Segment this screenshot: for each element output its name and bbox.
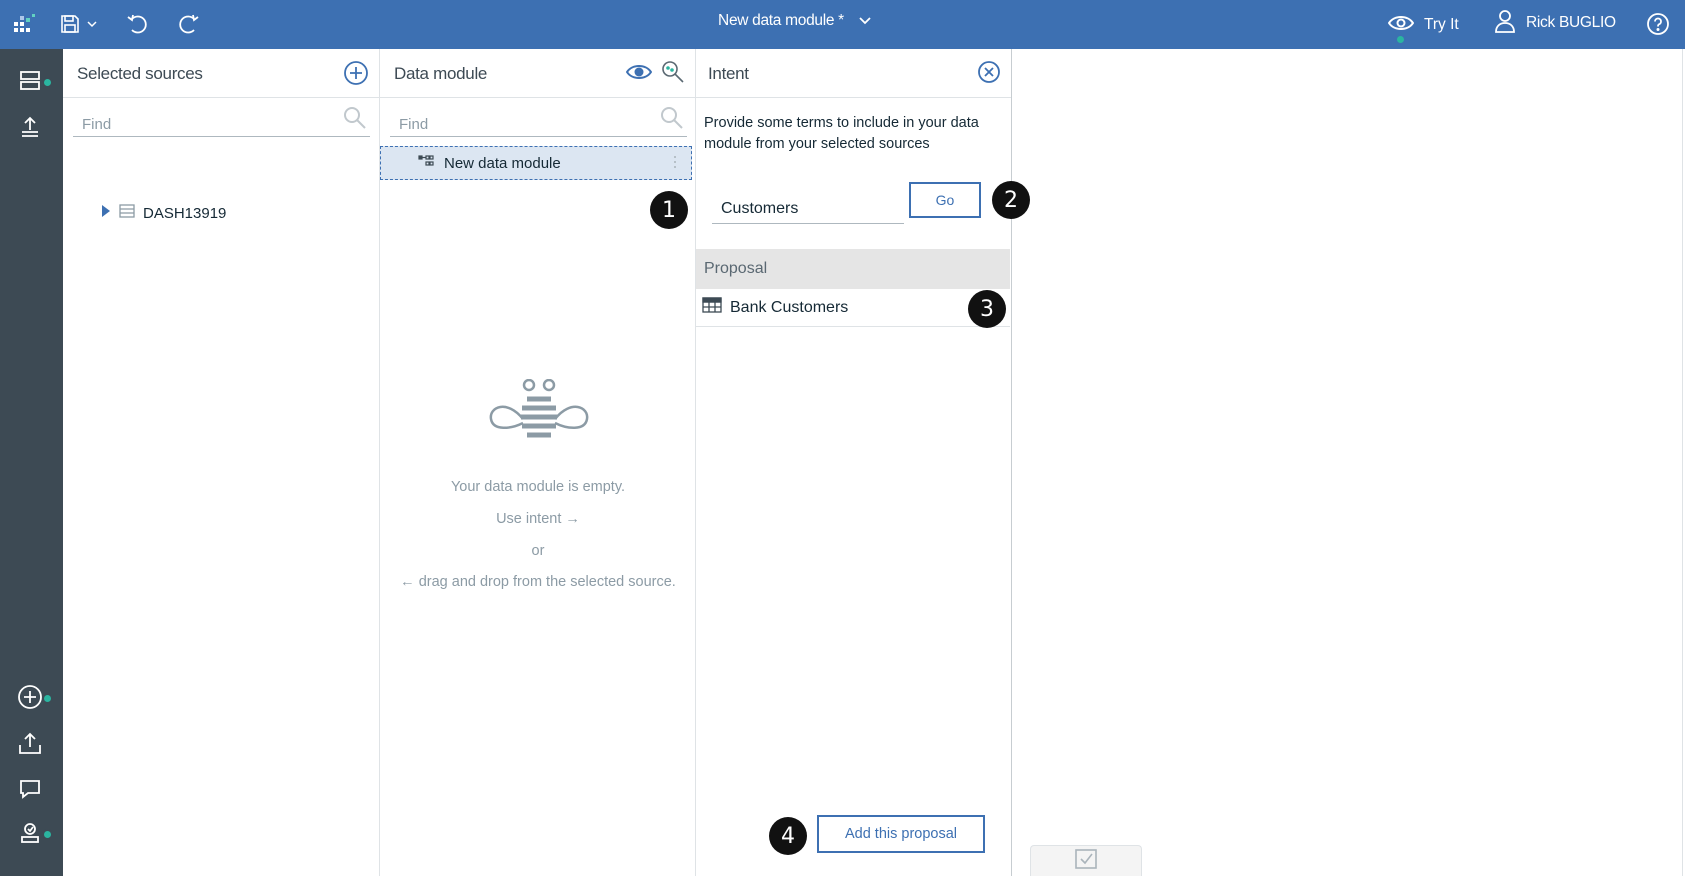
callout-badge-4: 4	[769, 817, 807, 855]
proposal-item[interactable]: Bank Customers	[696, 289, 1010, 327]
add-source-icon[interactable]	[343, 60, 369, 91]
status-dot	[1395, 33, 1406, 45]
empty-text-line: or	[531, 543, 545, 559]
search-placeholder: Find	[82, 116, 112, 133]
data-module-panel: Data module Find New data module 1 Your …	[380, 49, 696, 876]
status-dot	[42, 693, 53, 704]
left-rail	[0, 49, 63, 876]
data-servers-icon[interactable]	[14, 65, 53, 97]
more-options-icon[interactable]	[674, 156, 677, 171]
go-button[interactable]: Go	[909, 182, 981, 218]
module-title-text: New data module *	[718, 12, 844, 30]
try-it-label: Try It	[1424, 16, 1459, 33]
intent-panel: Intent Provide some terms to include in …	[696, 49, 1030, 876]
intent-terms-input[interactable]: Customers	[712, 196, 904, 224]
proposal-header: Proposal	[696, 249, 1010, 289]
callout-badge-1: 1	[650, 191, 688, 229]
status-dot	[42, 77, 53, 88]
intent-input-value: Customers	[721, 200, 799, 217]
panel-header: Selected sources	[63, 49, 379, 98]
module-root-label: New data module	[444, 154, 561, 172]
status-dot	[42, 829, 53, 840]
empty-text-line: ← drag and drop from the selected source…	[400, 574, 676, 590]
comment-icon[interactable]	[14, 773, 46, 805]
panel-title: Selected sources	[77, 64, 203, 83]
my-content-icon[interactable]	[14, 817, 53, 849]
panel-header: Intent	[696, 49, 1011, 98]
callout-badge-2: 2	[992, 181, 1030, 219]
proposal-item-label: Bank Customers	[730, 298, 849, 316]
validate-tab[interactable]	[1030, 845, 1142, 876]
user-name: Rick BUGLIO	[1526, 14, 1616, 31]
eye-icon	[1387, 14, 1415, 45]
module-icon	[418, 154, 434, 173]
eye-icon[interactable]	[625, 63, 653, 86]
chevron-down-icon	[858, 12, 872, 30]
module-search-input[interactable]: Find	[390, 107, 687, 137]
sources-search-input[interactable]: Find	[73, 107, 370, 137]
panel-title: Intent	[708, 64, 749, 83]
panel-title: Data module	[394, 64, 488, 83]
panel-header: Data module	[380, 49, 695, 98]
help-icon[interactable]	[1644, 10, 1672, 38]
module-title[interactable]: New data module *	[0, 12, 1590, 30]
user-icon	[1494, 9, 1516, 38]
search-icon[interactable]	[659, 105, 685, 135]
add-proposal-button[interactable]: Add this proposal	[817, 815, 985, 853]
try-it-button[interactable]: Try It	[1387, 12, 1459, 45]
callout-badge-3: 3	[968, 290, 1006, 328]
empty-text-line: Your data module is empty.	[450, 479, 626, 495]
user-menu[interactable]: Rick BUGLIO	[1494, 9, 1616, 38]
close-icon[interactable]	[977, 60, 1001, 89]
add-icon[interactable]	[14, 681, 53, 713]
intent-description: Provide some terms to include in your da…	[704, 115, 979, 152]
selected-sources-panel: Selected sources Find DASH13919	[63, 49, 380, 876]
top-bar: New data module * Try It Rick BUGLIO	[0, 0, 1685, 49]
canvas-edge	[1682, 49, 1683, 876]
search-icon[interactable]	[342, 105, 368, 135]
bee-icon	[487, 378, 591, 453]
share-upload-icon[interactable]	[14, 727, 46, 759]
empty-text-line: Use intent →	[496, 511, 580, 527]
tree-item-label: DASH13919	[143, 204, 227, 222]
expand-triangle-icon[interactable]	[101, 204, 111, 222]
relationships-icon[interactable]	[660, 59, 686, 90]
database-icon	[119, 204, 135, 222]
search-placeholder: Find	[399, 116, 429, 133]
table-icon	[702, 297, 722, 318]
module-root-item[interactable]: New data module	[380, 146, 692, 180]
upload-source-icon[interactable]	[14, 111, 46, 143]
tree-item[interactable]: DASH13919	[101, 201, 226, 225]
checkbox-check-icon	[1074, 848, 1098, 875]
